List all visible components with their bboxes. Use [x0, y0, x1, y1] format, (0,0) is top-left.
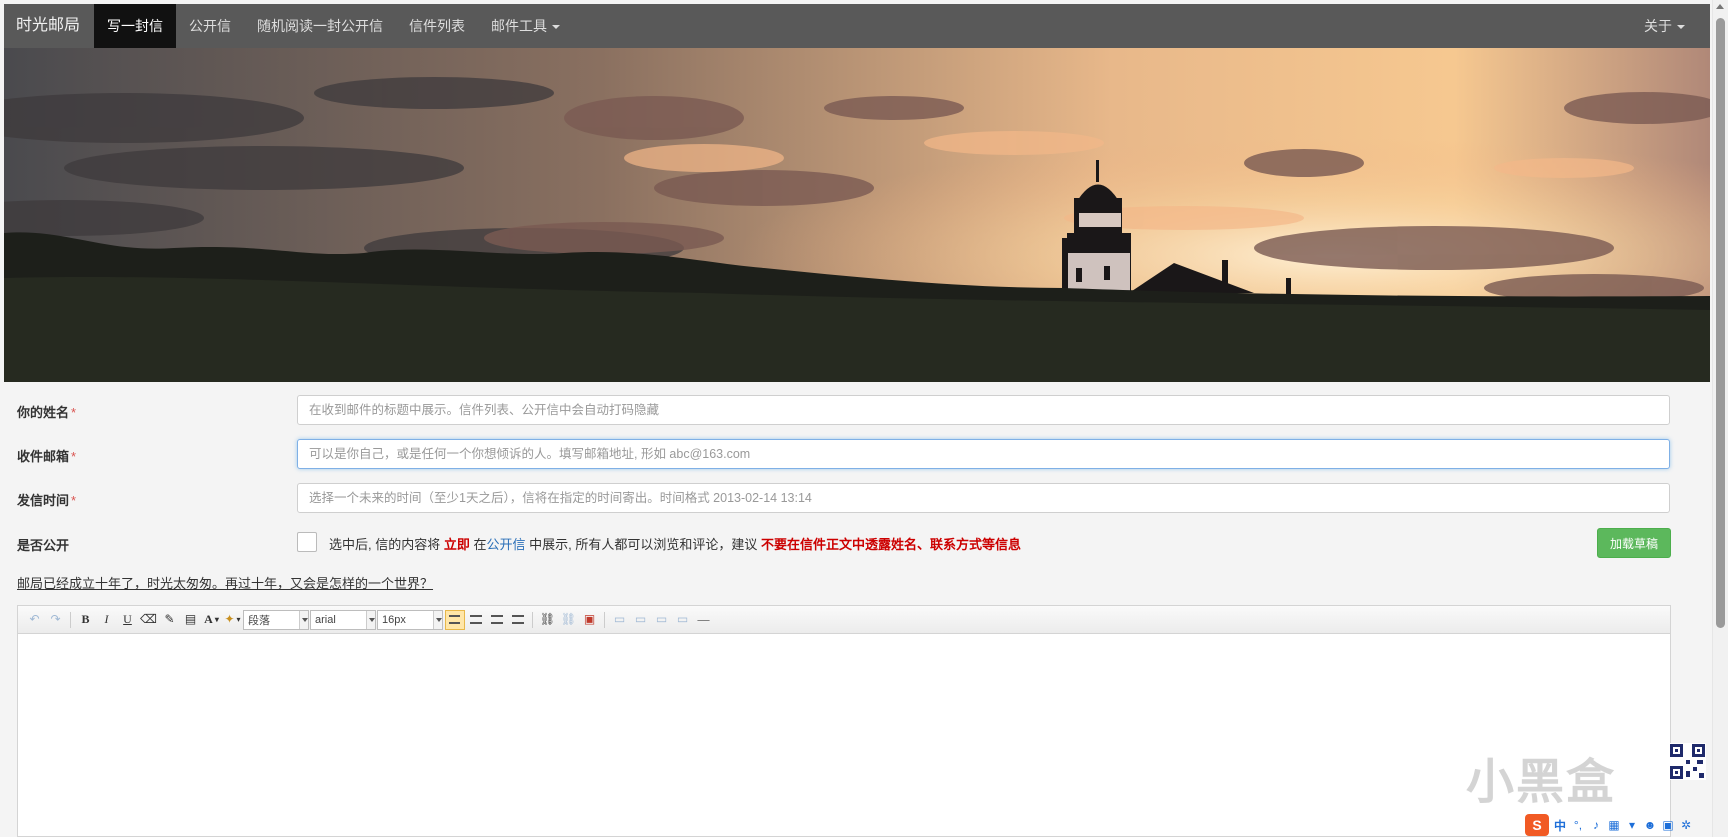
toolbar-divider: [70, 611, 71, 628]
public-checkbox[interactable]: [297, 532, 317, 552]
nav-about-label: 关于: [1644, 18, 1672, 34]
nav-write-letter[interactable]: 写一封信: [94, 4, 177, 48]
chevron-down-icon: ▾: [214, 615, 219, 624]
public-note-now: 立即: [443, 537, 470, 552]
image-icon[interactable]: ▣: [580, 610, 600, 630]
site-brand[interactable]: 时光邮局: [4, 4, 94, 48]
highlight-color-icon[interactable]: ✦ ▾: [223, 610, 243, 630]
format-brush-icon[interactable]: ✎: [160, 610, 180, 630]
italic-button[interactable]: I: [97, 610, 117, 630]
chevron-down-icon: [1677, 25, 1685, 30]
font-color-label: A: [204, 612, 213, 626]
align-right-icon[interactable]: [487, 610, 507, 630]
required-mark: *: [71, 449, 77, 464]
nav-public-letters[interactable]: 公开信: [176, 4, 244, 48]
public-note-text-3: 中展示, 所有人都可以浏览和评论，建议: [529, 537, 758, 552]
chevron-down-icon: ▾: [236, 615, 241, 624]
image-left-icon[interactable]: ▭: [610, 610, 630, 630]
font-size-select[interactable]: 16px: [377, 609, 443, 630]
public-letters-link[interactable]: 公开信: [487, 537, 526, 552]
punctuation-icon[interactable]: °,: [1571, 818, 1585, 832]
email-input[interactable]: [297, 439, 1670, 469]
hero-banner-image: [4, 48, 1710, 382]
scrollbar-thumb[interactable]: [1716, 18, 1725, 628]
link-icon[interactable]: ⛓: [538, 610, 558, 630]
top-navbar: 时光邮局 写一封信 公开信 随机阅读一封公开信 信件列表 邮件工具 关于: [4, 4, 1710, 48]
name-label-text: 你的姓名: [17, 405, 70, 420]
toolbar-divider: [532, 611, 533, 628]
public-note-warning: 不要在信件正文中透露姓名、联系方式等信息: [761, 537, 1022, 552]
send-time-label: 发信时间 *: [17, 490, 76, 509]
chevron-down-icon: [366, 610, 375, 629]
public-note-text-1: 选中后, 信的内容将: [329, 537, 441, 552]
nav-about-dropdown[interactable]: 关于: [1631, 4, 1698, 48]
underline-button[interactable]: U: [118, 610, 138, 630]
chevron-down-icon: [552, 25, 561, 30]
name-label: 你的姓名 *: [17, 402, 76, 421]
ime-language-toggle[interactable]: 中: [1553, 818, 1567, 833]
sogou-ime-logo-icon[interactable]: S: [1525, 814, 1549, 836]
toolbar-divider: [604, 611, 605, 628]
align-justify-icon[interactable]: [508, 610, 528, 630]
font-family-select[interactable]: arial: [310, 609, 376, 630]
skin-shirt-icon[interactable]: ▾: [1625, 818, 1639, 832]
chevron-down-icon: [299, 610, 308, 629]
bold-button[interactable]: B: [76, 610, 96, 630]
public-note-text-2: 在: [473, 537, 487, 552]
eraser-icon[interactable]: ⌫: [139, 610, 159, 630]
chevron-down-icon: [433, 610, 442, 629]
public-label: 是否公开: [17, 538, 70, 553]
rich-text-editor: ↶ ↷ B I U ⌫ ✎ ▤ A ▾ ✦ ▾ 段落 arial 16px ⛓ ⛓ …: [17, 605, 1671, 837]
watermark-text: 小黑盒: [1466, 756, 1617, 809]
nav-mail-tools-dropdown[interactable]: 邮件工具: [478, 4, 573, 48]
undo-icon[interactable]: ↶: [25, 610, 45, 630]
toolbox-icon[interactable]: ▣: [1661, 818, 1675, 832]
send-time-label-text: 发信时间: [17, 493, 70, 508]
keyboard-icon[interactable]: ▦: [1607, 818, 1621, 832]
paragraph-select-value: 段落: [248, 614, 270, 627]
qr-code-icon[interactable]: [1669, 743, 1706, 780]
align-left-icon[interactable]: [444, 609, 465, 630]
ime-toolbar: S 中 °, ♪ ▦ ▾ ☻ ▣ ✲: [1525, 813, 1711, 837]
nav-random-read[interactable]: 随机阅读一封公开信: [244, 4, 396, 48]
image-right-icon[interactable]: ▭: [631, 610, 651, 630]
tagline: 邮局已经成立十年了，时光太匆匆。再过十年，又会是怎样的一个世界？: [17, 576, 434, 591]
align-center-icon[interactable]: [466, 610, 486, 630]
editor-toolbar: ↶ ↷ B I U ⌫ ✎ ▤ A ▾ ✦ ▾ 段落 arial 16px ⛓ ⛓ …: [18, 606, 1670, 634]
font-size-select-value: 16px: [382, 613, 406, 626]
paste-icon[interactable]: ▤: [181, 610, 201, 630]
redo-icon[interactable]: ↷: [46, 610, 66, 630]
paragraph-select[interactable]: 段落: [243, 609, 309, 630]
email-label: 收件邮箱 *: [17, 446, 76, 465]
page-scrollbar[interactable]: [1712, 0, 1728, 837]
image-center-icon[interactable]: ▭: [652, 610, 672, 630]
nav-letter-list[interactable]: 信件列表: [396, 4, 478, 48]
settings-gear-icon[interactable]: ✲: [1679, 818, 1693, 832]
email-label-text: 收件邮箱: [17, 449, 70, 464]
required-mark: *: [71, 405, 77, 420]
editor-body[interactable]: [18, 634, 1670, 837]
load-draft-button[interactable]: 加载草稿: [1597, 528, 1671, 558]
image-none-icon[interactable]: ▭: [673, 610, 693, 630]
public-note: 选中后, 信的内容将 立即 在公开信 中展示, 所有人都可以浏览和评论，建议 不…: [329, 534, 1021, 553]
required-mark: *: [71, 493, 77, 508]
unlink-icon[interactable]: ⛓: [559, 610, 579, 630]
scroll-up-icon[interactable]: [1716, 4, 1724, 9]
nav-mail-tools-label: 邮件工具: [491, 18, 548, 34]
font-family-select-value: arial: [315, 613, 336, 626]
emoji-icon[interactable]: ☻: [1643, 818, 1657, 832]
send-time-input[interactable]: [297, 483, 1670, 513]
name-input[interactable]: [297, 395, 1670, 425]
font-color-button[interactable]: A ▾: [202, 610, 222, 630]
microphone-icon[interactable]: ♪: [1589, 818, 1603, 832]
horizontal-rule-icon[interactable]: —: [694, 610, 714, 630]
